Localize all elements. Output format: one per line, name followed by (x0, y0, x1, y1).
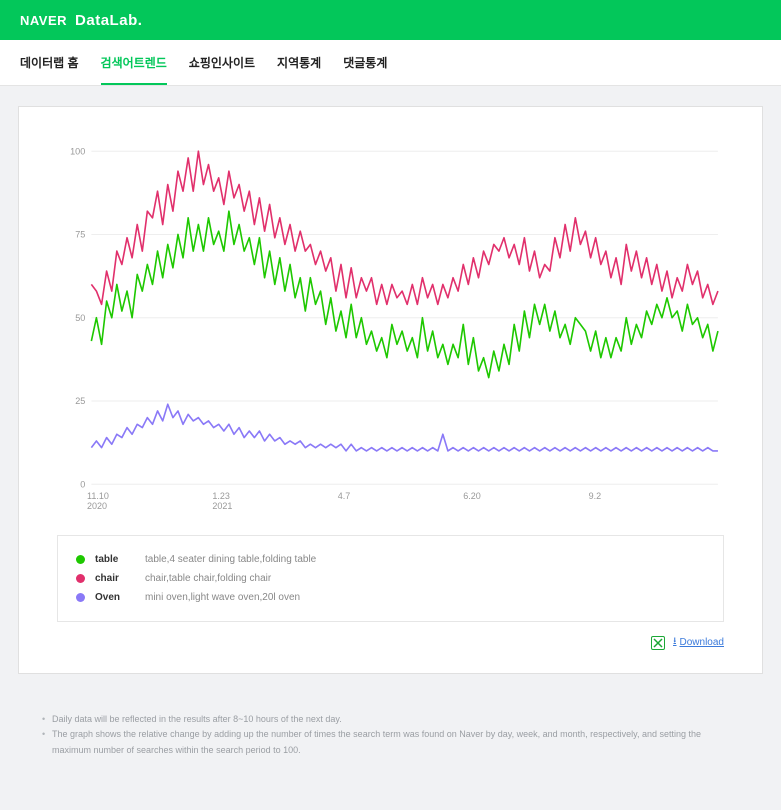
legend-dot-table (76, 555, 85, 564)
nav-item-shopping[interactable]: 쇼핑인사이트 (189, 40, 255, 85)
nav-item-searchtrend[interactable]: 검색어트렌드 (101, 40, 167, 85)
download-arrow-icon: ⭳ (673, 634, 677, 651)
legend-name-chair: chair (95, 573, 135, 584)
brand-logo: NAVER (20, 13, 67, 28)
legend-row-table: table table,4 seater dining table,foldin… (76, 550, 705, 569)
nav-item-comments[interactable]: 댓글통계 (343, 40, 387, 85)
page-body: 0 25 50 75 100 11.10 20201.23 20214.76.209.2… (0, 86, 781, 810)
x-axis-labels: 11.10 20201.23 20214.76.209.2 (91, 491, 718, 517)
xls-icon[interactable] (651, 636, 665, 650)
chart-area: 0255075100 11.10 20201.23 20214.76.209.2 (57, 143, 724, 513)
legend-name-oven: Oven (95, 592, 135, 603)
nav-item-region[interactable]: 지역통계 (277, 40, 321, 85)
legend-terms-chair: chair,table chair,folding chair (145, 573, 271, 584)
svg-text:75: 75 (75, 229, 85, 239)
svg-text:25: 25 (75, 396, 85, 406)
note-item: Daily data will be reflected in the resu… (42, 712, 739, 727)
app-header: NAVER DataLab. (0, 0, 781, 40)
svg-text:0: 0 (80, 479, 85, 489)
legend-row-oven: Oven mini oven,light wave oven,20l oven (76, 588, 705, 607)
download-link-text: Download (680, 637, 724, 648)
footer-notes: Daily data will be reflected in the resu… (18, 694, 763, 786)
product-logo: DataLab. (75, 12, 142, 29)
svg-text:50: 50 (75, 313, 85, 323)
legend-terms-table: table,4 seater dining table,folding tabl… (145, 554, 316, 565)
line-chart: 0 25 50 75 100 (57, 143, 724, 513)
legend-dot-oven (76, 593, 85, 602)
download-row: ⭳ Download (57, 634, 724, 651)
note-item: The graph shows the relative change by a… (42, 727, 739, 758)
legend-row-chair: chair chair,table chair,folding chair (76, 569, 705, 588)
legend-dot-chair (76, 574, 85, 583)
legend-name-table: table (95, 554, 135, 565)
main-nav: 데이터랩 홈 검색어트렌드 쇼핑인사이트 지역통계 댓글통계 (0, 40, 781, 86)
download-link[interactable]: ⭳ Download (673, 634, 724, 651)
nav-item-home[interactable]: 데이터랩 홈 (20, 40, 79, 85)
svg-text:100: 100 (70, 146, 85, 156)
chart-card: 0 25 50 75 100 11.10 20201.23 20214.76.209.2… (18, 106, 763, 674)
legend-terms-oven: mini oven,light wave oven,20l oven (145, 592, 300, 603)
legend: table table,4 seater dining table,foldin… (57, 535, 724, 622)
